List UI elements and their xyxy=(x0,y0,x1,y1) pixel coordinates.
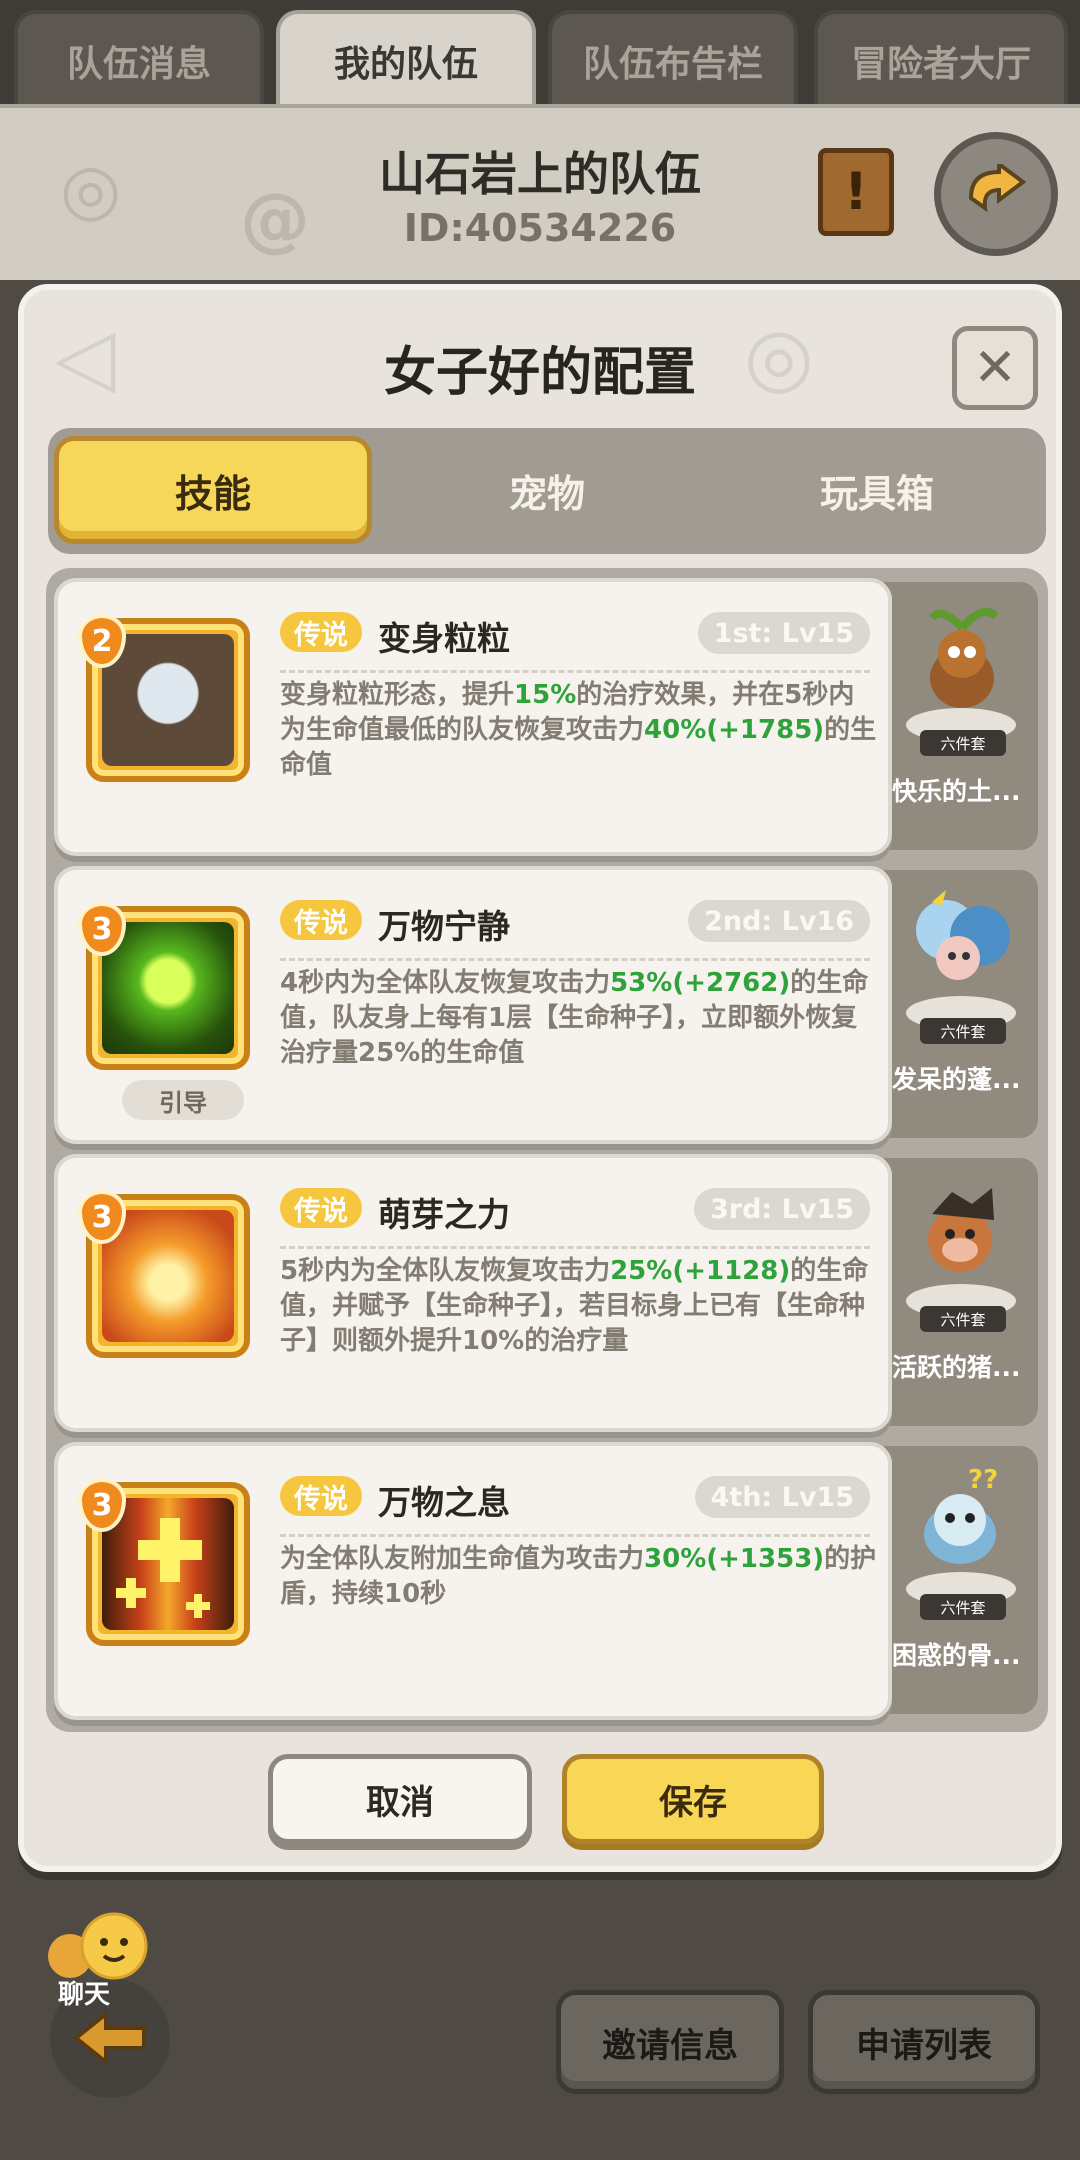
rarity-badge: 传说 xyxy=(280,900,362,940)
notice-scroll-icon[interactable]: ! xyxy=(818,148,894,236)
skill-slot-level: 3rd: Lv15 xyxy=(693,1188,870,1230)
skill-description: 4秒内为全体队友恢复攻击力53%(+2762)的生命值，队友身上每有1层【生命种… xyxy=(280,968,869,1068)
rarity-badge: 传说 xyxy=(280,612,362,652)
pet-name: 快乐的土... xyxy=(892,777,1021,806)
skill-card[interactable]: 3 传说 万物之息 4th: Lv15 为全体队友附加生命值为攻击力30%(+1… xyxy=(54,1442,892,1720)
chat-label[interactable]: 聊天 xyxy=(58,1974,110,2011)
back-arrow-icon xyxy=(72,2009,146,2067)
skill-description: 5秒内为全体队友恢复攻击力25%(+1128)的生命值，并赋予【生命种子】，若目… xyxy=(280,1256,869,1356)
modal-title: 女子好的配置 xyxy=(383,343,696,403)
close-icon: ✕ xyxy=(973,338,1017,398)
save-button[interactable]: 保存 xyxy=(562,1754,824,1844)
tab-my-team[interactable]: 我的队伍 xyxy=(276,10,536,108)
skill-card[interactable]: 3 传说 萌芽之力 3rd: Lv15 5秒内为全体队友恢复攻击力25%(+11… xyxy=(54,1154,892,1432)
skill-row[interactable]: ?? 六件套 困惑的骨... 3 传说 万物之息 4th: Lv15 为全体队友… xyxy=(54,1442,1038,1720)
skill-card[interactable]: 3 引导 传说 万物宁静 2nd: Lv16 4秒内为全体队友恢复攻击力53%(… xyxy=(54,866,892,1144)
pet-slot[interactable]: 六件套 活跃的猪... xyxy=(884,1158,1038,1426)
pet-name: 困惑的骨... xyxy=(892,1641,1021,1670)
tab-skills[interactable]: 技能 xyxy=(54,436,372,544)
divider xyxy=(280,1534,870,1537)
divider xyxy=(280,958,870,961)
tab-team-messages[interactable]: 队伍消息 xyxy=(14,10,264,108)
pet-portrait-icon xyxy=(916,890,1010,980)
skill-name: 万物之息 xyxy=(378,1483,510,1522)
skill-row[interactable]: 六件套 活跃的猪... 3 传说 萌芽之力 3rd: Lv15 5秒内为全体队友… xyxy=(54,1154,1038,1432)
invite-info-button[interactable]: 邀请信息 xyxy=(556,1990,784,2094)
tab-toybox[interactable]: 玩具箱 xyxy=(718,436,1036,544)
rarity-badge: 传说 xyxy=(280,1188,362,1228)
pet-name: 活跃的猪... xyxy=(892,1353,1021,1382)
config-tab-bar: 技能 宠物 玩具箱 xyxy=(48,428,1046,554)
team-name: 山石岩上的队伍 xyxy=(379,147,701,201)
skill-card[interactable]: 2 传说 变身粒粒 1st: Lv15 变身粒粒形态，提升15%的治疗效果，并在… xyxy=(54,578,892,856)
skill-name: 万物宁静 xyxy=(378,907,510,946)
team-header: ◎ @ 山石岩上的队伍 ID:40534226 ! xyxy=(0,104,1080,280)
cancel-button[interactable]: 取消 xyxy=(268,1754,532,1844)
skill-slot-level: 2nd: Lv16 xyxy=(688,900,870,942)
tab-pets[interactable]: 宠物 xyxy=(388,436,706,544)
curved-arrow-icon xyxy=(968,164,1027,213)
pet-set-badge: 六件套 xyxy=(920,1306,1006,1332)
svg-text:??: ?? xyxy=(968,1465,998,1495)
pet-portrait-icon xyxy=(928,1188,994,1272)
app-root: 队伍消息 我的队伍 队伍布告栏 冒险者大厅 ◎ @ 山石岩上的队伍 ID:405… xyxy=(0,0,1080,2160)
pet-portrait-icon xyxy=(928,608,999,708)
apply-list-button[interactable]: 申请列表 xyxy=(808,1990,1040,2094)
skill-slot-level: 4th: Lv15 xyxy=(694,1476,870,1518)
config-modal: ◁ ◎ 女子好的配置 ✕ 技能 宠物 玩具箱 六件套 快乐的土... 2 传说 … xyxy=(18,284,1062,1872)
skill-slot-level: 1st: Lv15 xyxy=(697,612,870,654)
skill-list: 六件套 快乐的土... 2 传说 变身粒粒 1st: Lv15 变身粒粒形态，提… xyxy=(46,568,1048,1732)
skill-name: 萌芽之力 xyxy=(378,1195,510,1234)
pet-slot[interactable]: ?? 六件套 困惑的骨... xyxy=(884,1446,1038,1714)
pet-portrait-icon: ?? xyxy=(924,1465,998,1564)
tab-team-board[interactable]: 队伍布告栏 xyxy=(548,10,798,108)
close-button[interactable]: ✕ xyxy=(952,326,1038,410)
divider xyxy=(280,1246,870,1249)
skill-name: 变身粒粒 xyxy=(378,619,510,658)
rarity-badge: 传说 xyxy=(280,1476,362,1516)
team-id: ID:40534226 xyxy=(403,206,677,250)
skill-row[interactable]: 六件套 快乐的土... 2 传说 变身粒粒 1st: Lv15 变身粒粒形态，提… xyxy=(54,578,1038,856)
skill-description: 为全体队友附加生命值为攻击力30%(+1353)的护盾，持续10秒 xyxy=(280,1544,877,1609)
top-tab-bar: 队伍消息 我的队伍 队伍布告栏 冒险者大厅 xyxy=(0,0,1080,108)
pet-slot[interactable]: 六件套 发呆的蓬... xyxy=(884,870,1038,1138)
pet-set-badge: 六件套 xyxy=(920,1594,1006,1620)
return-arrow-icon[interactable] xyxy=(934,132,1058,256)
divider xyxy=(280,670,870,673)
skill-row[interactable]: 六件套 发呆的蓬... 3 引导 传说 万物宁静 2nd: Lv16 4秒内为全… xyxy=(54,866,1038,1144)
pet-name: 发呆的蓬... xyxy=(892,1065,1021,1094)
tab-adventurer-hall[interactable]: 冒险者大厅 xyxy=(814,10,1068,108)
pet-set-badge: 六件套 xyxy=(920,1018,1006,1044)
guide-tag: 引导 xyxy=(122,1080,244,1120)
pet-set-badge: 六件套 xyxy=(920,730,1006,756)
pet-slot[interactable]: 六件套 快乐的土... xyxy=(884,582,1038,850)
skill-description: 变身粒粒形态，提升15%的治疗效果，并在5秒内为生命值最低的队友恢复攻击力40%… xyxy=(280,680,877,780)
